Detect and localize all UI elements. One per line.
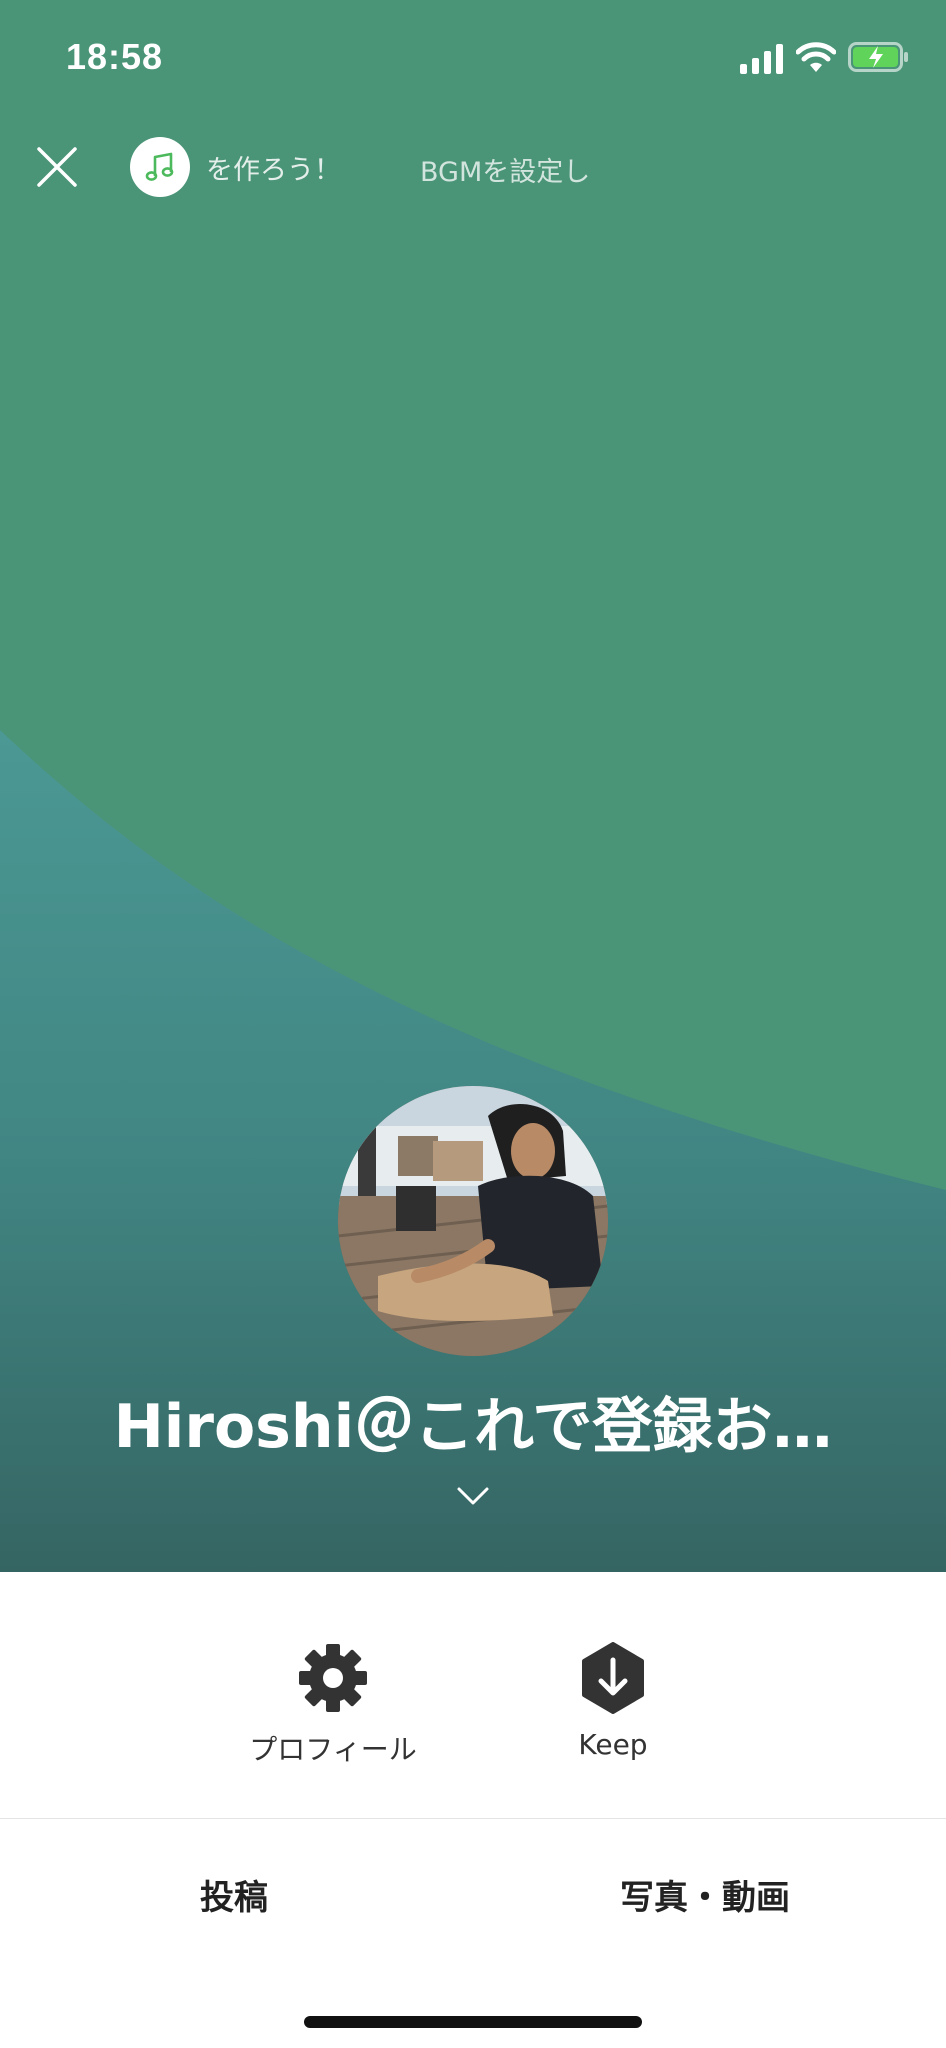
keep-button[interactable]: Keep xyxy=(540,1642,686,1761)
status-bar: 18:58 xyxy=(0,0,946,110)
tab-photos-videos[interactable]: 写真・動画 xyxy=(620,1870,790,1919)
avatar[interactable] xyxy=(338,1086,608,1356)
chevron-down-icon[interactable] xyxy=(456,1484,490,1508)
profile-cover[interactable]: 18:58 を作ろう！ BGMを設定し Hiroshi＠これで登録お… xyxy=(0,0,946,1572)
home-indicator[interactable] xyxy=(304,2016,642,2028)
keep-download-icon xyxy=(582,1642,644,1714)
profile-actions: プロフィール Keep xyxy=(0,1572,946,1818)
bgm-banner-text-secondary: BGMを設定し xyxy=(420,157,591,188)
battery-charging-icon xyxy=(848,42,908,72)
bgm-banner[interactable]: を作ろう！ xyxy=(130,136,341,198)
close-icon[interactable] xyxy=(30,140,84,194)
signal-icon xyxy=(740,44,783,74)
wifi-icon xyxy=(796,42,836,72)
avatar-photo xyxy=(338,1086,608,1356)
profile-settings-button[interactable]: プロフィール xyxy=(243,1642,423,1768)
keep-label: Keep xyxy=(578,1728,648,1761)
status-time: 18:58 xyxy=(66,36,164,77)
bgm-banner-text: を作ろう！ xyxy=(206,154,341,186)
music-note-icon xyxy=(130,137,190,197)
tab-posts[interactable]: 投稿 xyxy=(200,1870,268,1919)
gear-icon xyxy=(299,1644,367,1712)
section-divider xyxy=(0,1818,946,1819)
profile-settings-label: プロフィール xyxy=(249,1733,417,1766)
profile-display-name: Hiroshi＠これで登録お… xyxy=(113,1392,833,1462)
